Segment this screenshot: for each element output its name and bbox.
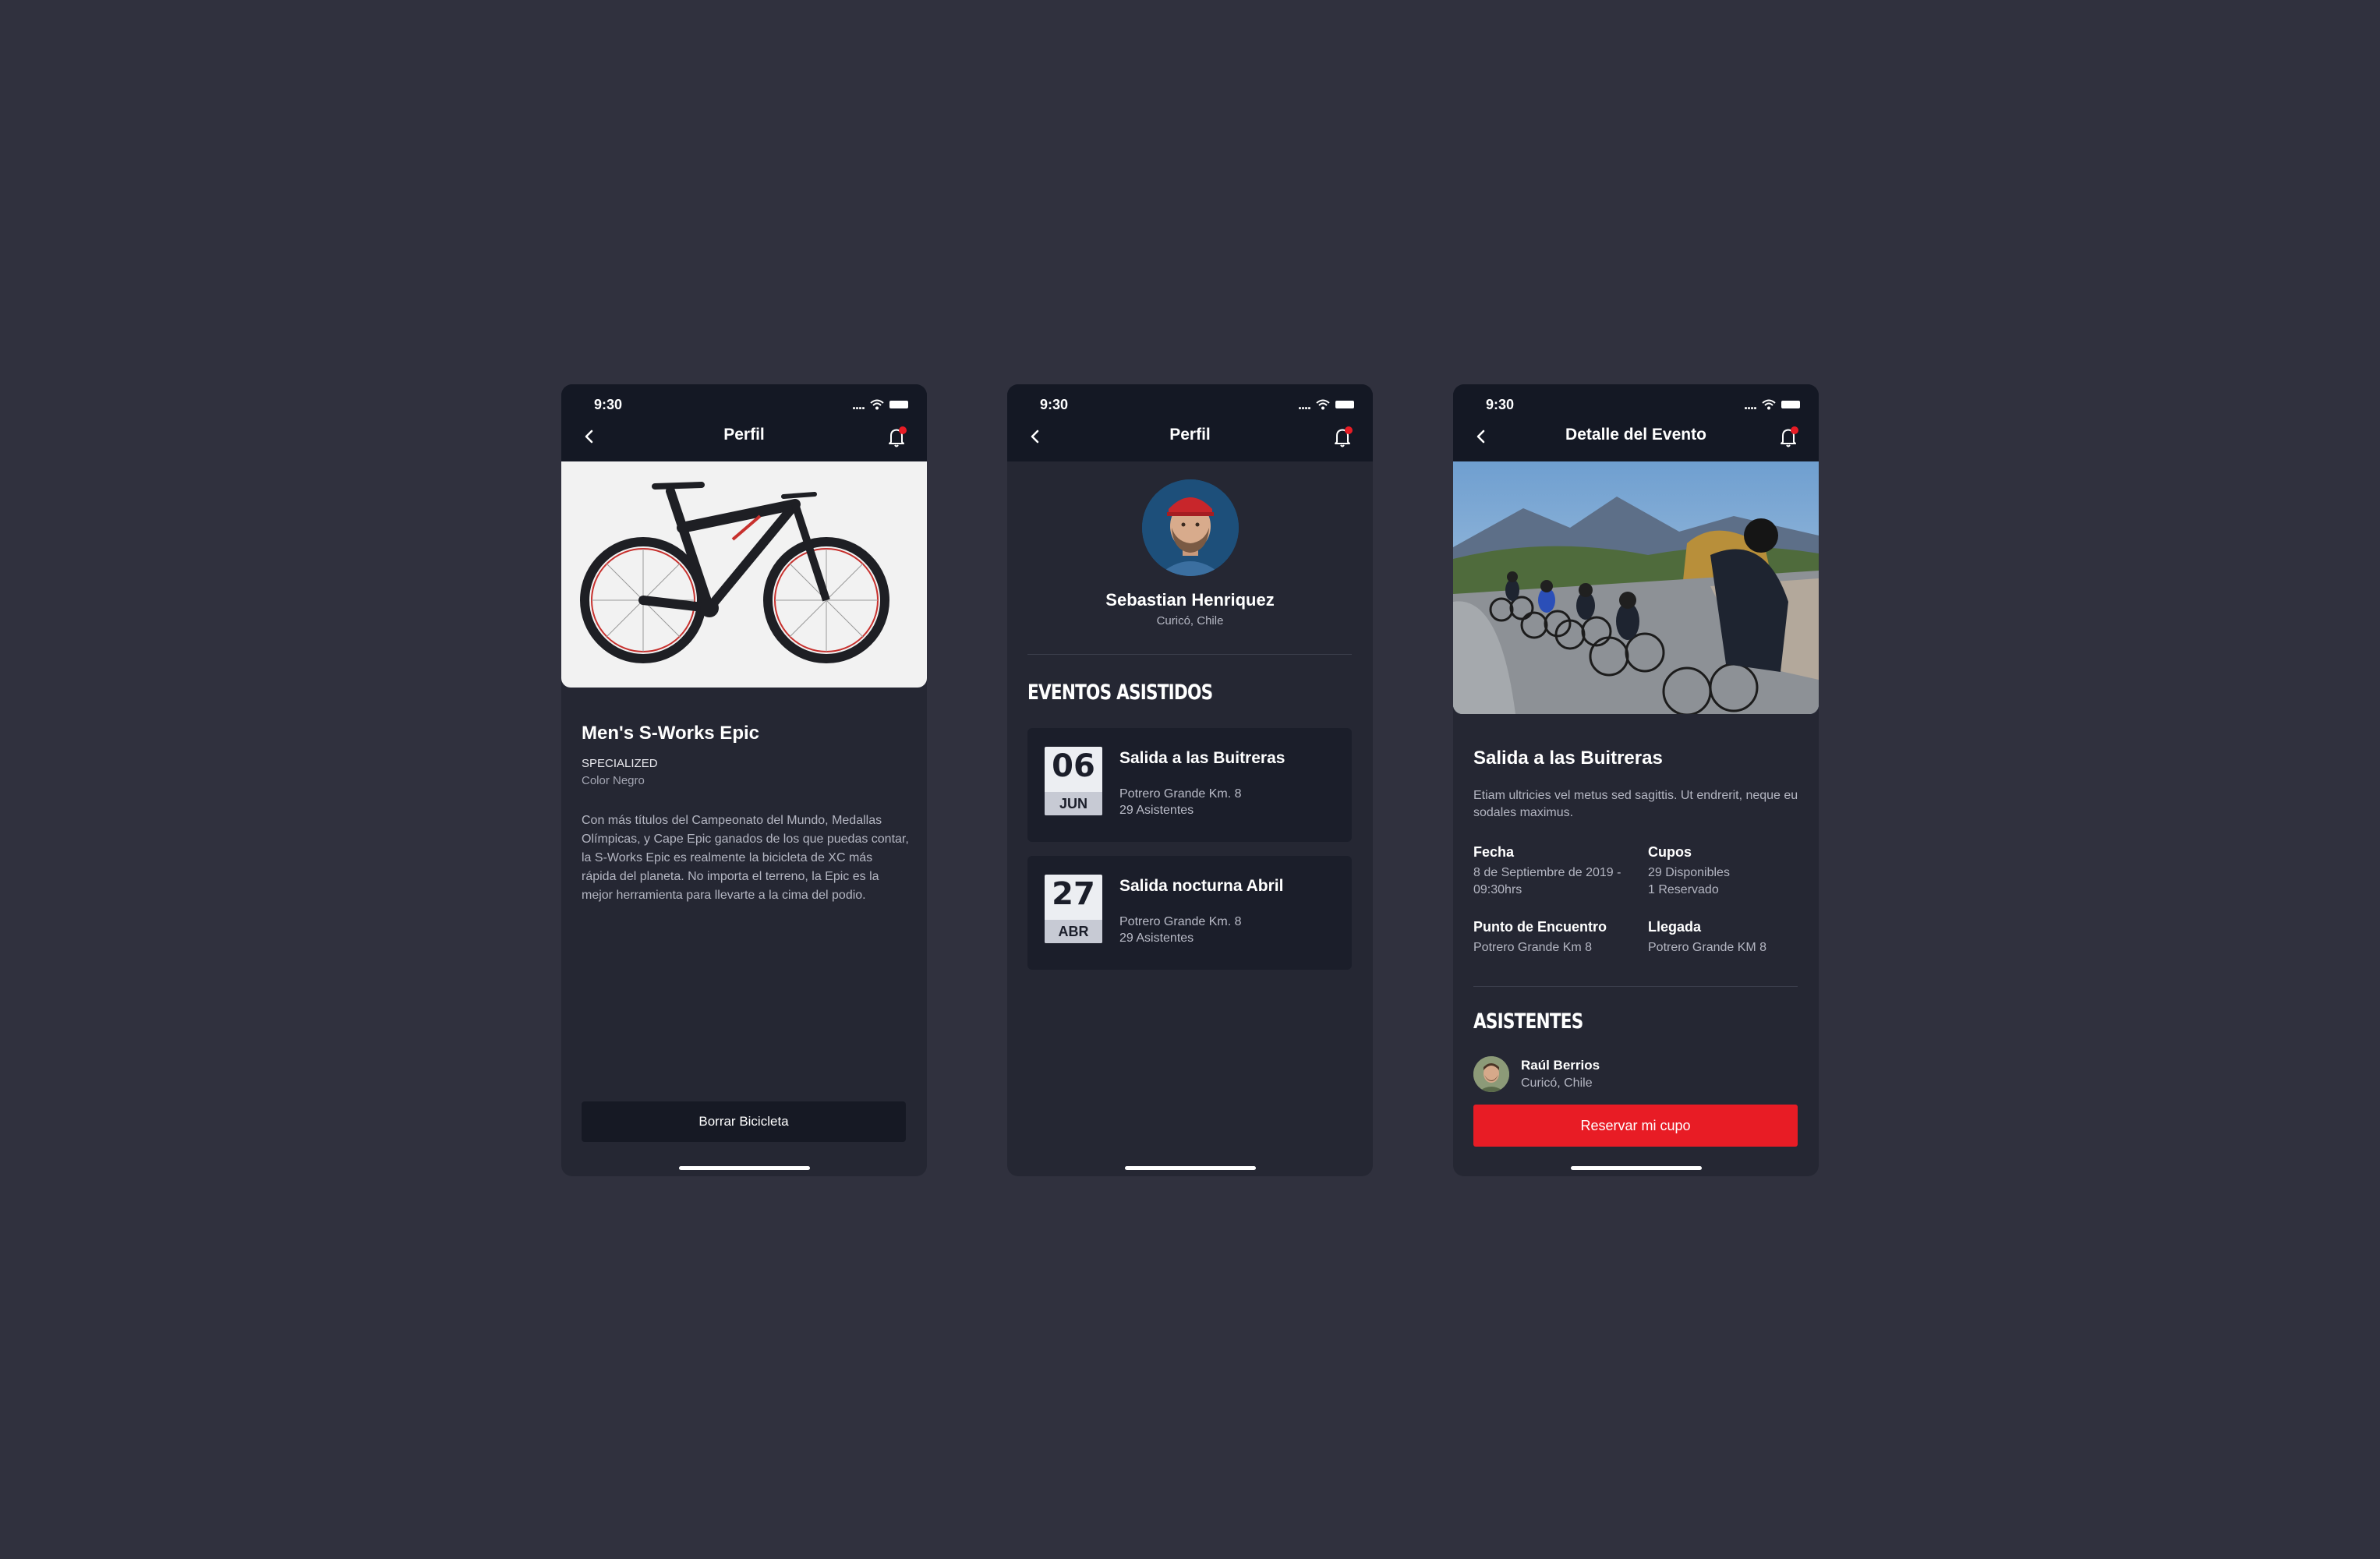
- wifi-icon: [1762, 399, 1776, 410]
- spots-label: Cupos: [1648, 844, 1692, 860]
- event-attendees: 29 Asistentes: [1119, 804, 1194, 817]
- profile-name: Sebastian Henriquez: [1105, 590, 1275, 610]
- date-month: ABR: [1045, 920, 1102, 943]
- event-title: Salida a las Buitreras: [1119, 749, 1285, 767]
- home-indicator[interactable]: [1124, 1166, 1256, 1170]
- bell-icon[interactable]: [1332, 426, 1354, 449]
- arrival-value: Potrero Grande KM 8: [1648, 941, 1767, 954]
- bike-brand: SPECIALIZED: [582, 757, 658, 770]
- home-indicator[interactable]: [1570, 1166, 1702, 1170]
- attendee-avatar: [1473, 1056, 1509, 1092]
- top-bar: 9:30 .... Perfil: [561, 384, 927, 461]
- section-title: EVENTOS ASISTIDOS: [1027, 681, 1213, 705]
- event-attendees: 29 Asistentes: [1119, 932, 1194, 945]
- avatar-portrait: [1142, 479, 1239, 576]
- bell-icon[interactable]: [886, 426, 908, 449]
- date-value: 8 de Septiembre de 2019 - 09:30hrs: [1473, 866, 1621, 896]
- battery-icon: [1781, 401, 1800, 408]
- spots-available: 29 Disponibles: [1648, 866, 1730, 879]
- profile-screen: 9:30 .... Perfil Sebastian Henriquez Cur…: [1007, 384, 1373, 1176]
- reserve-spot-button[interactable]: Reservar mi cupo: [1473, 1105, 1798, 1147]
- top-bar: 9:30 .... Detalle del Evento: [1453, 384, 1819, 461]
- event-title: Salida nocturna Abril: [1119, 877, 1284, 895]
- battery-icon: [1335, 401, 1354, 408]
- bike-detail-screen: 9:30 .... Perfil Men's S-Works Epic SPEC…: [561, 384, 927, 1176]
- date-badge: 27 ABR: [1045, 875, 1102, 943]
- bike-name: Men's S-Works Epic: [582, 723, 759, 744]
- status-time: 9:30: [1040, 397, 1069, 412]
- arrival-label: Llegada: [1648, 919, 1702, 935]
- date-badge: 06 JUN: [1045, 747, 1102, 815]
- divider: [1473, 986, 1798, 987]
- bell-icon[interactable]: [1778, 426, 1800, 449]
- attendee-name: Raúl Berrios: [1521, 1058, 1600, 1073]
- event-detail-screen: 9:30 .... Detalle del Evento Salida a la…: [1453, 384, 1819, 1176]
- bike-image: [561, 461, 927, 688]
- date-month: JUN: [1045, 792, 1102, 815]
- signal-icon: ....: [1297, 397, 1311, 412]
- page-title: Detalle del Evento: [1565, 426, 1706, 444]
- wifi-icon: [870, 399, 884, 410]
- event-place: Potrero Grande Km. 8: [1119, 787, 1242, 801]
- date-day: 27: [1052, 876, 1095, 912]
- bike-illustration: [580, 482, 889, 663]
- event-place: Potrero Grande Km. 8: [1119, 915, 1242, 928]
- attendee-location: Curicó, Chile: [1521, 1076, 1593, 1090]
- page-title: Perfil: [723, 426, 765, 444]
- battery-icon: [889, 401, 908, 408]
- wifi-icon: [1316, 399, 1330, 410]
- date-label: Fecha: [1473, 844, 1515, 860]
- event-card[interactable]: 06 JUN Salida a las Buitreras Potrero Gr…: [1027, 728, 1352, 842]
- home-indicator[interactable]: [678, 1166, 810, 1170]
- meeting-point-value: Potrero Grande Km 8: [1473, 941, 1593, 954]
- delete-bike-button[interactable]: Borrar Bicicleta: [582, 1101, 906, 1142]
- meeting-point-label: Punto de Encuentro: [1473, 919, 1607, 935]
- status-time: 9:30: [1486, 397, 1515, 412]
- event-image: [1453, 461, 1819, 714]
- date-day: 06: [1052, 748, 1095, 784]
- cyclists-photo: [1453, 461, 1819, 714]
- status-icons: ....: [1297, 397, 1354, 412]
- profile-location: Curicó, Chile: [1156, 614, 1224, 627]
- divider: [1027, 654, 1352, 655]
- event-description: Etiam ultricies vel metus sed sagittis. …: [1473, 789, 1798, 819]
- status-icons: ....: [1743, 397, 1800, 412]
- top-bar: 9:30 .... Perfil: [1007, 384, 1373, 461]
- signal-icon: ....: [851, 397, 865, 412]
- spots-reserved: 1 Reservado: [1648, 883, 1719, 896]
- status-icons: ....: [851, 397, 908, 412]
- bike-description: Con más títulos del Campeonato del Mundo…: [582, 814, 909, 902]
- attendee-portrait: [1473, 1056, 1509, 1092]
- event-title: Salida a las Buitreras: [1473, 748, 1663, 769]
- status-time: 9:30: [594, 397, 623, 412]
- section-title: ASISTENTES: [1473, 1009, 1583, 1034]
- bike-color: Color Negro: [582, 774, 645, 787]
- page-title: Perfil: [1169, 426, 1211, 444]
- event-card[interactable]: 27 ABR Salida nocturna Abril Potrero Gra…: [1027, 856, 1352, 970]
- avatar: [1142, 479, 1239, 576]
- signal-icon: ....: [1743, 397, 1757, 412]
